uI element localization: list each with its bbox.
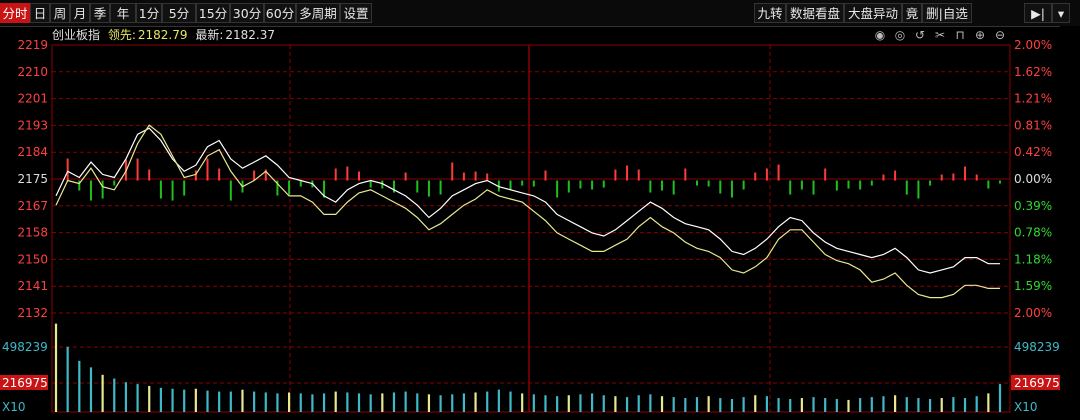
pct-tick-4: 0.42% xyxy=(1014,145,1052,159)
pct-tick-8: 1.18% xyxy=(1014,252,1052,266)
price-tick-0: 2219 xyxy=(17,38,48,52)
price-tick-4: 2184 xyxy=(17,145,48,159)
x10-left: X10 xyxy=(2,400,26,414)
intraday-chart[interactable]: 2219 2.00% 2210 1.62% 2201 1.21% 2193 0.81% 2184… xyxy=(0,0,1080,420)
price-tick-10: 2132 xyxy=(17,306,48,320)
price-line-white xyxy=(55,127,1000,274)
x10-right: X10 xyxy=(1014,400,1038,414)
price-tick-6: 2167 xyxy=(17,199,48,213)
price-tick-9: 2141 xyxy=(17,279,48,293)
pct-tick-5: 0.00% xyxy=(1014,172,1052,186)
pct-tick-7: 0.78% xyxy=(1014,226,1052,240)
price-tick-3: 2193 xyxy=(17,118,48,132)
price-line-yellow xyxy=(55,124,1000,299)
side-panel xyxy=(1060,26,1080,420)
vol-tick-left-1: 216975 xyxy=(2,376,48,390)
price-tick-1: 2210 xyxy=(17,65,48,79)
price-tick-5: 2175 xyxy=(17,172,48,186)
pct-tick-9: 1.59% xyxy=(1014,279,1052,293)
pct-tick-0: 2.00% xyxy=(1014,38,1052,52)
vol-tick-left-0: 498239 xyxy=(2,340,48,354)
chart-frame xyxy=(51,44,1011,413)
pct-tick-2: 1.21% xyxy=(1014,92,1052,106)
price-tick-7: 2158 xyxy=(17,226,48,240)
vol-tick-right-0: 498239 xyxy=(1014,340,1060,354)
pct-tick-3: 0.81% xyxy=(1014,118,1052,132)
pct-tick-1: 1.62% xyxy=(1014,65,1052,79)
pct-tick-6: 0.39% xyxy=(1014,199,1052,213)
price-tick-8: 2150 xyxy=(17,252,48,266)
vol-tick-right-1: 216975 xyxy=(1014,376,1060,390)
price-tick-2: 2201 xyxy=(17,92,48,106)
pct-tick-10: 2.00% xyxy=(1014,306,1052,320)
